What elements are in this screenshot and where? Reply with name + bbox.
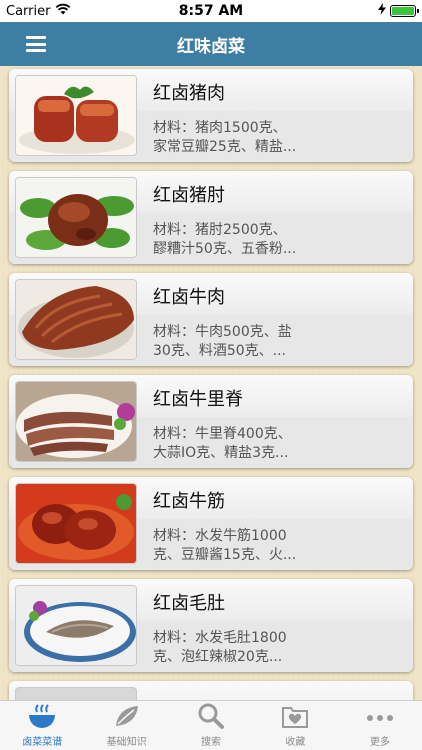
hamburger-line [26,42,46,46]
recipe-desc-line: 材料：牛肉500克、盐 [153,324,292,340]
tab-search[interactable]: 搜索 [169,701,253,750]
recipe-thumbnail [15,75,137,156]
recipe-thumbnail [15,687,137,700]
recipe-thumbnail [15,177,137,258]
recipe-card[interactable] [9,681,413,700]
recipe-description: 材料：牛肉500克、盐 30克、料酒50克、... [153,323,353,361]
bowl-icon [26,701,58,731]
recipe-description: 材料：猪肘2500克、 醪糟汁50克、五香粉... [153,221,353,259]
menu-button[interactable] [26,36,46,52]
battery-icon [390,5,419,17]
tab-label: 更多 [369,737,390,748]
recipe-card[interactable]: 红卤猪肉 材料：猪肉1500克、 家常豆瓣25克、精盐... [9,69,413,162]
wifi-icon [55,3,71,19]
recipe-thumbnail [15,279,137,360]
tab-favorites[interactable]: 收藏 [253,701,337,750]
recipe-desc-line: 材料：牛里脊400克、 [153,426,292,442]
recipe-desc-line: 材料：猪肘2500克、 [153,222,287,238]
recipe-title: 红卤牛里脊 [153,389,243,410]
recipe-desc-line: 克、泡红辣椒20克... [153,649,283,665]
tab-label: 基础知识 [106,737,147,748]
recipe-desc-line: 材料：水发毛肚1800 [153,630,287,646]
recipe-title: 红卤牛肉 [153,287,225,308]
search-icon [195,701,227,731]
tab-bar: 卤菜菜谱 基础知识 搜索 收藏 更多 [0,700,422,750]
tab-more[interactable]: 更多 [338,701,422,750]
carrier-label: Carrier [6,3,51,19]
hamburger-icon [26,36,46,39]
hamburger-line [26,49,46,52]
recipe-card[interactable]: 红卤牛里脊 材料：牛里脊400克、 大蒜IO克、精盐3克... [9,375,413,468]
recipe-title: 红卤毛肚 [153,593,225,614]
recipe-card[interactable]: 红卤猪肘 材料：猪肘2500克、 醪糟汁50克、五香粉... [9,171,413,264]
recipe-card[interactable]: 红卤牛肉 材料：牛肉500克、盐 30克、料酒50克、... [9,273,413,366]
tab-basics[interactable]: 基础知识 [84,701,168,750]
status-bar: Carrier 8:57 AM [0,0,422,22]
charging-icon [378,3,386,19]
recipe-thumbnail [15,483,137,564]
tab-label: 收藏 [285,737,306,748]
tab-recipes[interactable]: 卤菜菜谱 [0,701,84,750]
status-right [378,3,419,19]
recipe-thumbnail [15,381,137,462]
recipe-title: 红卤猪肉 [153,83,225,104]
recipe-list[interactable]: 红卤猪肉 材料：猪肉1500克、 家常豆瓣25克、精盐... 红卤猪肘 材料：猪… [0,66,422,700]
recipe-desc-line: 大蒜IO克、精盐3克... [153,445,289,461]
leaf-icon [111,701,143,731]
recipe-description: 材料：牛里脊400克、 大蒜IO克、精盐3克... [153,425,353,463]
tab-label: 卤菜菜谱 [22,737,63,748]
recipe-description: 材料：水发毛肚1800 克、泡红辣椒20克... [153,629,353,667]
recipe-card[interactable]: 红卤毛肚 材料：水发毛肚1800 克、泡红辣椒20克... [9,579,413,672]
recipe-title: 红卤猪肘 [153,185,225,206]
more-dots-icon [364,701,396,731]
recipe-desc-line: 醪糟汁50克、五香粉... [153,241,297,257]
recipe-description: 材料：猪肉1500克、 家常豆瓣25克、精盐... [153,119,353,157]
recipe-description: 材料：水发牛筋1000 克、豆瓣酱15克、火... [153,527,353,565]
heart-folder-icon [279,701,311,731]
recipe-title: 红卤牛筋 [153,491,225,512]
recipe-desc-line: 材料：猪肉1500克、 [153,120,287,136]
recipe-card[interactable]: 红卤牛筋 材料：水发牛筋1000 克、豆瓣酱15克、火... [9,477,413,570]
status-left: Carrier [6,3,71,19]
recipe-desc-line: 材料：水发牛筋1000 [153,528,287,544]
tab-label: 搜索 [201,737,222,748]
recipe-desc-line: 30克、料酒50克、... [153,343,286,359]
page-title: 红味卤菜 [177,36,245,57]
recipe-desc-line: 家常豆瓣25克、精盐... [153,139,297,155]
nav-bar: 红味卤菜 [0,22,422,66]
recipe-desc-line: 克、豆瓣酱15克、火... [153,547,297,563]
recipe-thumbnail [15,585,137,666]
